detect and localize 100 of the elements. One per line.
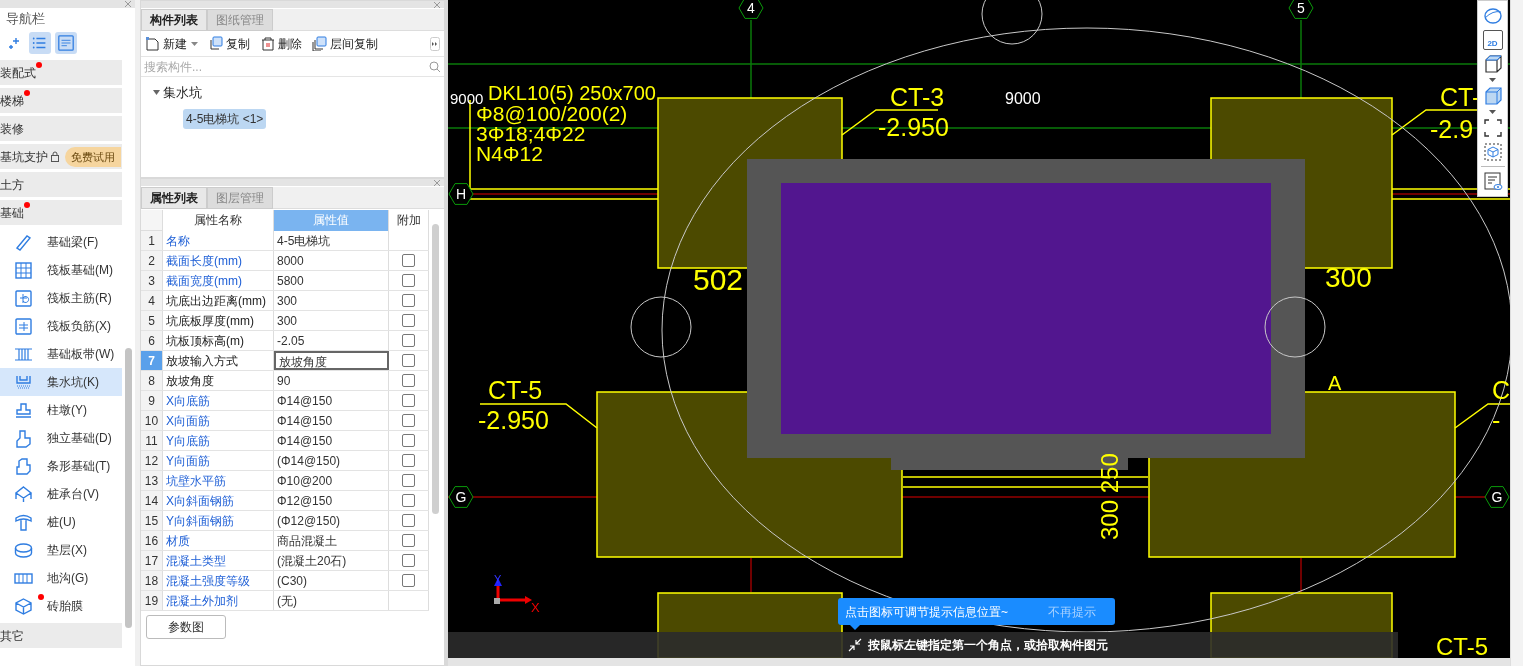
checkbox[interactable] [402,374,415,387]
cube-icon[interactable] [1482,86,1503,106]
new-file-icon [145,36,160,51]
checkbox[interactable] [402,354,415,367]
checkbox[interactable] [402,574,415,587]
category-row[interactable]: 装修 [0,116,122,141]
checkbox[interactable] [402,534,415,547]
drawing-label: CT- [1440,83,1481,111]
checkbox[interactable] [402,454,415,467]
component-type-item[interactable]: 桩承台(V) [0,480,122,508]
component-type-item[interactable]: 桩(U) [0,508,122,536]
view-2d-button[interactable]: 2D [1482,30,1503,50]
toolbar-button[interactable] [29,32,51,54]
property-name: 坑壁水平筋 [163,471,274,490]
toolbar-button[interactable]: 复制 [208,34,250,53]
component-type-item[interactable]: 砖胎膜 [0,592,122,620]
category-row[interactable]: 土方 [0,172,122,197]
pile-icon [14,512,33,532]
cube-icon[interactable] [1482,54,1503,74]
column-header[interactable]: 附加 [389,210,429,231]
tree-item[interactable]: 4-5电梯坑 <1> [183,108,267,129]
property-value: (C30) [274,571,389,590]
caret-icon[interactable] [1489,110,1496,114]
property-value: (Φ12@150) [274,511,389,530]
row-number: 14 [141,491,163,510]
property-value: Φ14@150 [274,431,389,450]
property-name: 坑板顶标高(m) [163,331,274,350]
checkbox[interactable] [402,274,415,287]
component-type-item[interactable]: 基础板带(W) [0,340,122,368]
dashed-frame-icon[interactable] [1482,118,1503,138]
checkbox[interactable] [402,494,415,507]
marker-circle [1264,296,1326,358]
tree-node[interactable]: 集水坑 [163,83,202,103]
checkbox[interactable] [402,254,415,267]
checkbox[interactable] [402,554,415,567]
axis-label: 5 [1297,0,1305,16]
checkbox[interactable] [402,314,415,327]
drawing-label: CT-5 [488,376,543,404]
category-row[interactable]: 楼梯 [0,88,122,113]
drawing-label: CT-3 [890,83,945,111]
column-header[interactable]: 属性名称 [163,210,274,231]
component-type-item[interactable]: 条形基础(T) [0,452,122,480]
close-icon[interactable] [124,0,132,8]
toolbar-button[interactable]: 新建 [145,34,187,53]
checkbox[interactable] [402,334,415,347]
component-type-item[interactable]: 柱墩(Y) [0,396,122,424]
category-row[interactable]: 基坑支护 免费试用 [0,144,122,169]
component-type-item[interactable]: 筏板负筋(X) [0,312,122,340]
toolbar-button[interactable] [55,32,77,54]
component-type-item[interactable]: 垫层(X) [0,536,122,564]
tip-text: 点击图标可调节提示信息位置~ [845,603,1008,621]
checkbox[interactable] [402,394,415,407]
dimension-label: 9000 [1005,90,1041,107]
value-field[interactable]: 放坡角度 [274,351,389,370]
caret-icon[interactable] [1489,78,1496,82]
document-eye-icon[interactable] [1482,171,1503,191]
component-type-item[interactable]: 筏板主筋(R) [0,284,122,312]
toolbar-button[interactable]: 层间复制 [312,34,378,53]
dashed-frame-icon[interactable] [1482,142,1503,162]
component-type-item[interactable]: 集水坑(K) [0,368,122,396]
checkbox[interactable] [402,514,415,527]
drawing-label: 300 [1325,262,1372,293]
checkbox[interactable] [402,474,415,487]
property-name: 截面长度(mm) [163,251,274,270]
close-icon[interactable] [433,178,441,187]
sphere-icon[interactable] [1482,6,1503,26]
category-row[interactable]: 其它 [0,623,122,648]
property-name: 放坡输入方式 [163,351,274,370]
checkbox[interactable] [402,434,415,447]
row-number: 11 [141,431,163,450]
property-value: Φ10@200 [274,471,389,490]
scrollbar-thumb[interactable] [431,224,439,514]
property-value: 300 [274,311,389,330]
component-type-item[interactable]: 基础梁(F) [0,228,122,256]
tab[interactable]: 属性列表 [141,187,207,209]
property-name: X向斜面钢筋 [163,491,274,510]
category-label: 楼梯 [0,91,24,110]
scrollbar-thumb[interactable] [125,348,132,628]
component-type-item[interactable]: 独立基础(D) [0,424,122,452]
row-number: 12 [141,451,163,470]
category-row[interactable]: 基础 [0,200,122,225]
category-row[interactable]: 装配式 [0,60,122,85]
caret-icon[interactable] [153,90,160,96]
tab[interactable]: 构件列表 [141,9,207,31]
drawing-label: C [1492,376,1510,404]
double-chevron-icon[interactable] [430,36,440,51]
component-type-item[interactable]: 筏板基础(M) [0,256,122,284]
toolbar-button[interactable]: 删除 [260,34,302,53]
component-type-item[interactable]: 地沟(G) [0,564,122,592]
property-value: 90 [274,371,389,390]
diagram-button[interactable]: 参数图 [146,615,226,639]
checkbox[interactable] [402,294,415,307]
drawing-label: 300 250 [1096,453,1123,540]
shrink-arrows-icon[interactable] [848,638,862,652]
checkbox[interactable] [402,414,415,427]
dimension-label: 9000 [450,90,484,107]
caret-icon[interactable] [191,41,198,46]
grid-icon [14,260,33,280]
search-field[interactable]: 搜索构件... [144,57,429,76]
close-icon[interactable] [433,0,441,9]
